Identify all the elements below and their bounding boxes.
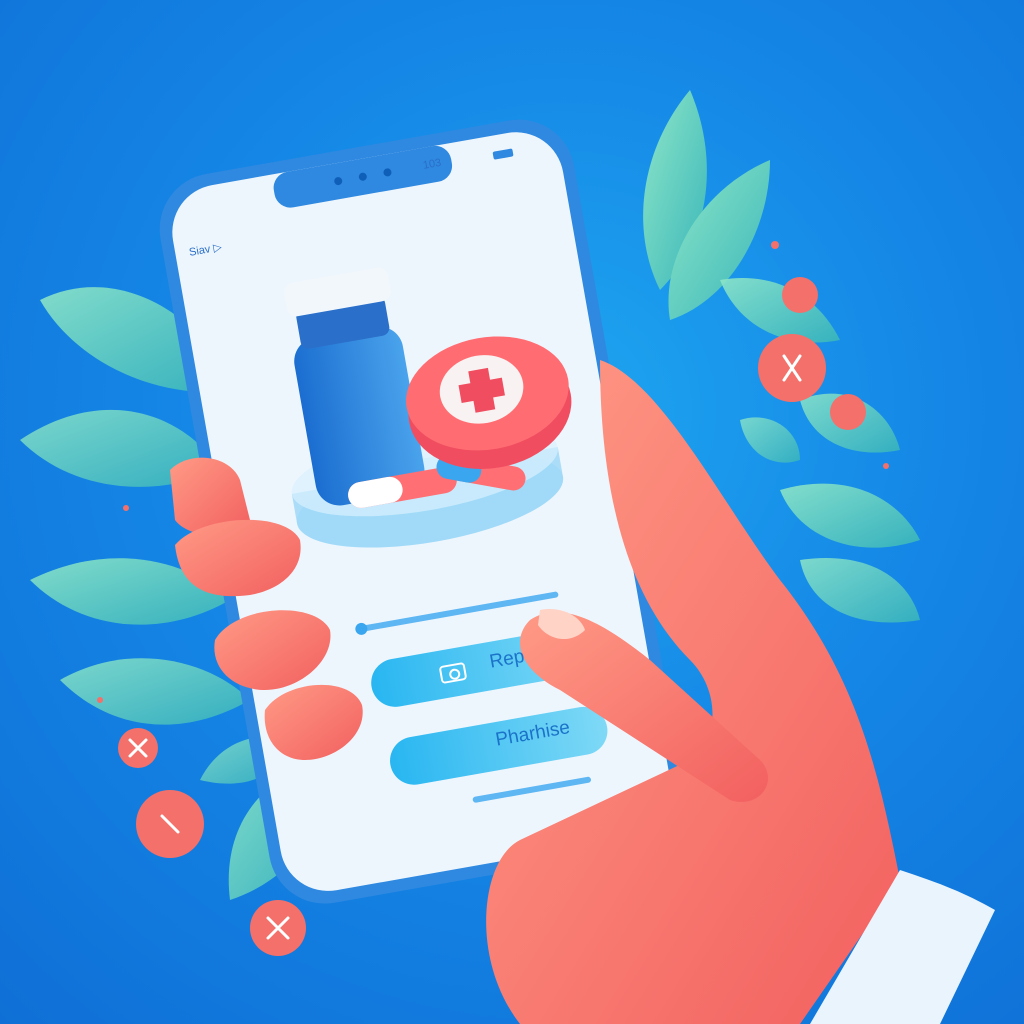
illustration — [20, 90, 995, 1024]
